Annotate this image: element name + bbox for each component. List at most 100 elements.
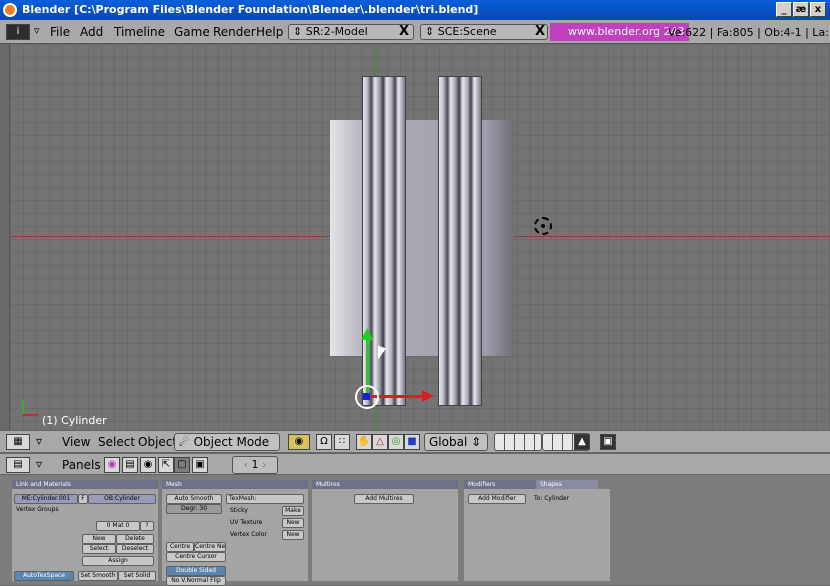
viewport-left-edge — [0, 44, 10, 430]
material-index-field[interactable]: 0 Mat 0 — [96, 521, 140, 531]
shading-context-icon[interactable]: ◉ — [140, 457, 156, 473]
window-title: Blender [C:\Program Files\Blender Founda… — [22, 3, 479, 16]
fake-user-button[interactable]: F — [78, 494, 88, 504]
view3d-header: ▦ ▿ View Select Object ☄ Object Mode ⇕ ◉… — [0, 430, 830, 465]
orientation-value: Global — [429, 435, 468, 449]
vertex-color-label: Vertex Color — [230, 531, 267, 538]
scene-selector[interactable]: ⇕ SCE:Scene — [420, 24, 548, 40]
scene-delete-button[interactable]: X — [532, 24, 548, 40]
material-delete-button[interactable]: Delete — [116, 534, 154, 544]
panel-mesh: Mesh Auto Smooth Degr: 30 TexMesh: Stick… — [162, 480, 308, 586]
maximize-button[interactable]: æ — [793, 2, 809, 17]
vertex-groups-label: Vertex Groups — [16, 506, 59, 513]
buttons-window-icon[interactable]: ▤ — [6, 457, 30, 473]
render-preview-icon[interactable]: ▣ — [600, 434, 616, 450]
menu-timeline[interactable]: Timeline — [114, 25, 165, 39]
frame-counter[interactable]: ‹ 1 › — [232, 456, 278, 474]
add-multires-button[interactable]: Add Multires — [354, 494, 414, 504]
lock-icon[interactable]: ▲ — [574, 434, 590, 450]
menu-select[interactable]: Select — [98, 435, 135, 449]
orientation-selector[interactable]: Global ⇕ — [424, 433, 488, 451]
centre-button[interactable]: Centre — [166, 542, 194, 552]
mini-axis-x — [22, 414, 38, 416]
editing-context-icon[interactable]: ▢ — [174, 457, 190, 473]
manipulator-y-arrow-icon[interactable] — [361, 328, 373, 340]
collapse-arrow-icon[interactable]: ▿ — [34, 24, 40, 37]
material-assign-button[interactable]: Assign — [82, 556, 154, 566]
blender-logo-icon — [3, 3, 17, 17]
minimize-button[interactable]: _ — [776, 2, 792, 17]
mode-selector[interactable]: ☄ Object Mode ⇕ — [174, 433, 280, 465]
material-help-button[interactable]: ? — [140, 521, 154, 531]
scene-field-value: SCE:Scene — [437, 25, 497, 38]
panels-menu[interactable]: Panels — [62, 458, 101, 472]
menu-add[interactable]: Add — [80, 25, 103, 39]
scene-context-icon[interactable]: ▣ — [192, 457, 208, 473]
uv-texture-new-button[interactable]: New — [282, 518, 304, 528]
panel-title[interactable]: Mesh — [162, 480, 308, 489]
centre-cursor-button[interactable]: Centre Cursor — [166, 552, 226, 562]
3d-viewport[interactable]: (1) Cylinder — [10, 44, 830, 430]
panel-modifiers: Modifiers Shapes Add Modifier To: Cylind… — [464, 480, 610, 581]
material-new-button[interactable]: New — [82, 534, 116, 544]
manipulator-center[interactable] — [363, 393, 370, 400]
vertex-color-new-button[interactable]: New — [282, 530, 304, 540]
mesh-name-field[interactable]: ME:Cylinder.001 — [14, 494, 78, 504]
mouse-pointer-icon — [378, 345, 386, 363]
window-type-icon[interactable]: ▦ — [6, 434, 30, 450]
menu-file[interactable]: File — [50, 25, 70, 39]
frame-value: 1 — [251, 458, 259, 471]
scene-stats: Ve:622 | Fa:805 | Ob:4-1 | La:1 | M — [668, 26, 830, 39]
object-context-icon[interactable]: ⇱ — [158, 457, 174, 473]
draw-type-icon[interactable]: ◉ — [288, 434, 310, 450]
collapse-arrow-icon[interactable]: ▿ — [36, 457, 42, 471]
panel-link-materials: Link and Materials ME:Cylinder.001 F OB:… — [12, 480, 158, 581]
scale-manipulator-icon[interactable]: ■ — [404, 434, 420, 450]
logic-context-icon[interactable]: ◉ — [104, 457, 120, 473]
layer-buttons-1[interactable] — [494, 433, 542, 451]
rotate-manipulator-icon[interactable]: ◎ — [388, 434, 404, 450]
add-modifier-button[interactable]: Add Modifier — [468, 494, 526, 504]
material-deselect-button[interactable]: Deselect — [116, 544, 154, 554]
mesh-fin-right[interactable] — [438, 76, 482, 406]
buttons-header: ▤ ▿ Panels ◉ ▤ ◉ ⇱ ▢ ▣ ‹ 1 › — [0, 453, 830, 475]
double-sided-toggle[interactable]: Double Sided — [166, 566, 226, 576]
tab-shapes[interactable]: Shapes — [536, 480, 598, 489]
screen-field-value: SR:2-Model — [305, 25, 368, 38]
menu-game[interactable]: Game — [174, 25, 210, 39]
menu-render[interactable]: Render — [213, 25, 256, 39]
collapse-arrow-icon[interactable]: ▿ — [36, 434, 42, 448]
autotexspace-toggle[interactable]: AutoTexSpace — [14, 571, 74, 581]
hand-manipulator-icon[interactable]: ✋ — [356, 434, 372, 450]
script-context-icon[interactable]: ▤ — [122, 457, 138, 473]
menu-help[interactable]: Help — [256, 25, 283, 39]
mesh-body[interactable] — [330, 120, 514, 356]
material-select-button[interactable]: Select — [82, 544, 116, 554]
centre-new-button[interactable]: Centre New — [194, 542, 226, 552]
object-name-field[interactable]: OB:Cylinder — [88, 494, 156, 504]
panel-title[interactable]: Link and Materials — [12, 480, 158, 489]
manipulator-x-arrow-icon[interactable] — [422, 390, 434, 402]
pivot-icon[interactable]: Ω — [316, 434, 332, 450]
auto-smooth-degree-field[interactable]: Degr: 30 — [166, 504, 222, 514]
texmesh-field[interactable]: TexMesh: — [226, 494, 304, 504]
active-object-label: (1) Cylinder — [42, 414, 107, 427]
panel-title[interactable]: Multires — [312, 480, 458, 489]
panel-multires: Multires Add Multires — [312, 480, 458, 581]
lamp-icon[interactable] — [534, 217, 552, 235]
sticky-label: Sticky — [230, 507, 248, 514]
screen-delete-button[interactable]: X — [396, 24, 412, 40]
window-titlebar: Blender [C:\Program Files\Blender Founda… — [0, 0, 830, 20]
snap-icon[interactable]: ∷ — [334, 434, 350, 450]
menu-view[interactable]: View — [62, 435, 90, 449]
set-smooth-button[interactable]: Set Smooth — [78, 571, 118, 581]
set-solid-button[interactable]: Set Solid — [118, 571, 156, 581]
menu-object[interactable]: Object — [138, 435, 177, 449]
info-window-icon[interactable]: i — [6, 24, 30, 40]
auto-smooth-toggle[interactable]: Auto Smooth — [166, 494, 222, 504]
panel-body: ME:Cylinder.001 F OB:Cylinder Vertex Gro… — [12, 489, 158, 581]
close-button[interactable]: x — [810, 2, 826, 17]
tab-modifiers[interactable]: Modifiers — [464, 480, 536, 489]
translate-manipulator-icon[interactable]: △ — [372, 434, 388, 450]
sticky-make-button[interactable]: Make — [282, 506, 304, 516]
